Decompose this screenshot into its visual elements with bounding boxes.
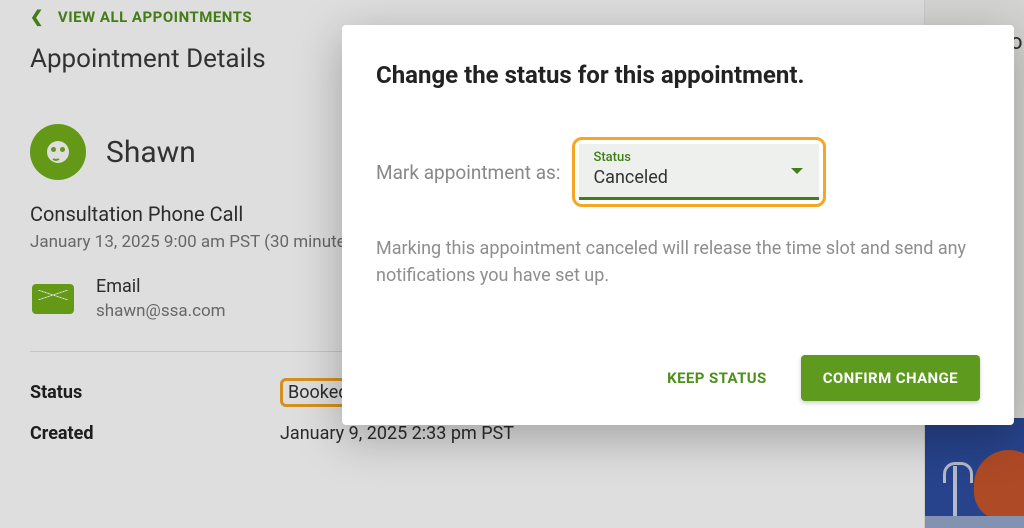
modal-title: Change the status for this appointment. xyxy=(376,61,980,89)
modal-select-row: Mark appointment as: Status Canceled xyxy=(376,137,980,207)
change-status-modal: Change the status for this appointment. … xyxy=(342,25,1014,425)
confirm-change-button[interactable]: CONFIRM CHANGE xyxy=(801,355,980,401)
modal-actions: KEEP STATUS CONFIRM CHANGE xyxy=(376,355,980,401)
status-select[interactable]: Status Canceled xyxy=(579,144,819,200)
mark-as-label: Mark appointment as: xyxy=(376,161,560,184)
status-select-field-label: Status xyxy=(593,150,805,165)
modal-description: Marking this appointment canceled will r… xyxy=(376,235,980,289)
keep-status-button[interactable]: KEEP STATUS xyxy=(661,359,773,397)
caret-down-icon xyxy=(791,168,803,174)
status-select-highlight: Status Canceled xyxy=(572,137,826,207)
status-select-value: Canceled xyxy=(593,167,805,188)
